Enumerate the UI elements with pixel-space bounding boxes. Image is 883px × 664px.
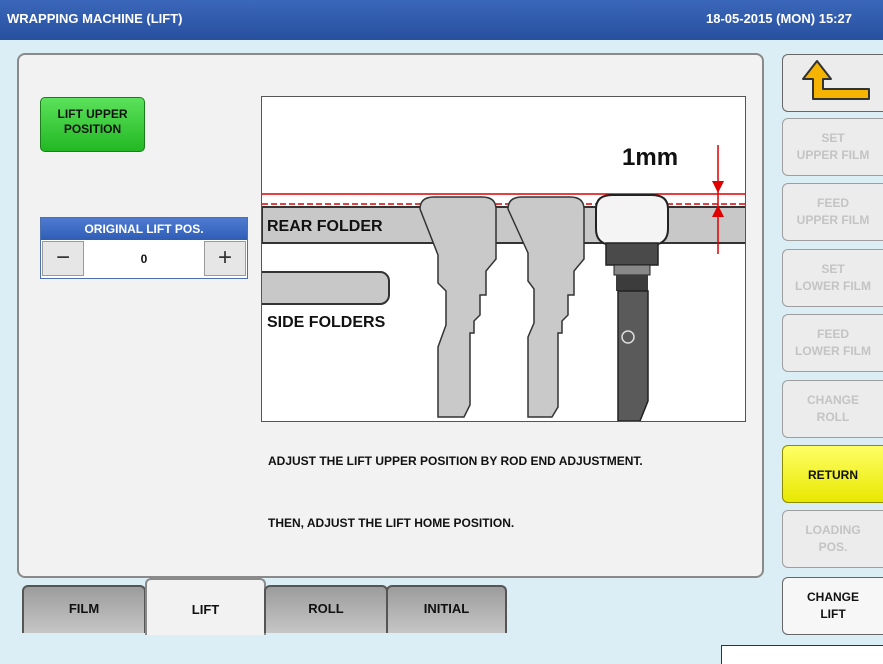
tab-film[interactable]: FILM	[22, 585, 146, 633]
original-lift-position-header: ORIGINAL LIFT POS.	[41, 218, 247, 240]
title-bar: WRAPPING MACHINE (LIFT) 18-05-2015 (MON)…	[0, 0, 883, 40]
date-time: 18-05-2015 (MON) 15:27	[706, 11, 852, 26]
loading-pos-line1: LOADING	[805, 523, 861, 537]
set-upper-film-line2: UPPER FILM	[796, 148, 870, 162]
loading-pos-line2: POS.	[818, 540, 848, 554]
change-lift-line2: LIFT	[820, 607, 846, 621]
lift-upper-position-line1: LIFT UPPER	[57, 107, 128, 121]
loading-pos-button[interactable]: LOADING POS.	[782, 510, 883, 568]
set-lower-film-line1: SET	[821, 262, 845, 276]
lift-finger-3	[595, 194, 669, 421]
set-upper-film-button[interactable]: SET UPPER FILM	[782, 118, 883, 176]
feed-upper-film-line2: UPPER FILM	[796, 213, 870, 227]
set-lower-film-line2: LOWER FILM	[795, 279, 871, 293]
back-arrow-icon	[802, 60, 870, 100]
return-button[interactable]: RETURN	[782, 445, 883, 503]
rear-folder-label: REAR FOLDER	[267, 218, 383, 235]
lift-upper-position-line2: POSITION	[63, 122, 122, 136]
lift-upper-position-button[interactable]: LIFT UPPER POSITION	[40, 97, 145, 152]
feed-upper-film-line1: FEED	[816, 196, 849, 210]
original-lift-stepper: − 0 +	[41, 240, 247, 278]
decrement-button[interactable]: −	[42, 241, 84, 276]
status-box	[721, 645, 883, 664]
lift-finger-2	[507, 196, 585, 418]
instruction-text-1: ADJUST THE LIFT UPPER POSITION BY ROD EN…	[268, 454, 643, 468]
change-roll-line1: CHANGE	[806, 393, 859, 407]
change-roll-line2: ROLL	[816, 410, 850, 424]
feed-lower-film-line2: LOWER FILM	[795, 344, 871, 358]
set-upper-film-line1: SET	[821, 131, 845, 145]
tab-initial[interactable]: INITIAL	[386, 585, 507, 633]
lift-finger-1	[419, 196, 497, 418]
original-lift-value[interactable]: 0	[86, 240, 202, 278]
change-lift-button[interactable]: CHANGE LIFT	[782, 577, 883, 635]
original-lift-position-control: ORIGINAL LIFT POS. − 0 +	[40, 217, 248, 279]
tab-roll[interactable]: ROLL	[264, 585, 388, 633]
set-lower-film-button[interactable]: SET LOWER FILM	[782, 249, 883, 307]
instruction-text-2: THEN, ADJUST THE LIFT HOME POSITION.	[268, 516, 515, 530]
back-button[interactable]	[782, 54, 883, 112]
side-folders-label: SIDE FOLDERS	[267, 314, 386, 331]
side-folder-bar	[262, 271, 390, 305]
feed-lower-film-line1: FEED	[816, 327, 849, 341]
dimension-arrow-down	[712, 181, 724, 193]
feed-lower-film-button[interactable]: FEED LOWER FILM	[782, 314, 883, 372]
gap-1mm-label: 1mm	[622, 144, 679, 171]
increment-button[interactable]: +	[204, 241, 246, 276]
tab-lift[interactable]: LIFT	[145, 578, 266, 635]
feed-upper-film-button[interactable]: FEED UPPER FILM	[782, 183, 883, 241]
lift-illustration: 1mm REAR FOLDER SIDE FOLDERS	[261, 96, 746, 422]
change-roll-button[interactable]: CHANGE ROLL	[782, 380, 883, 438]
window-title: WRAPPING MACHINE (LIFT)	[7, 11, 183, 26]
change-lift-line1: CHANGE	[806, 590, 859, 604]
